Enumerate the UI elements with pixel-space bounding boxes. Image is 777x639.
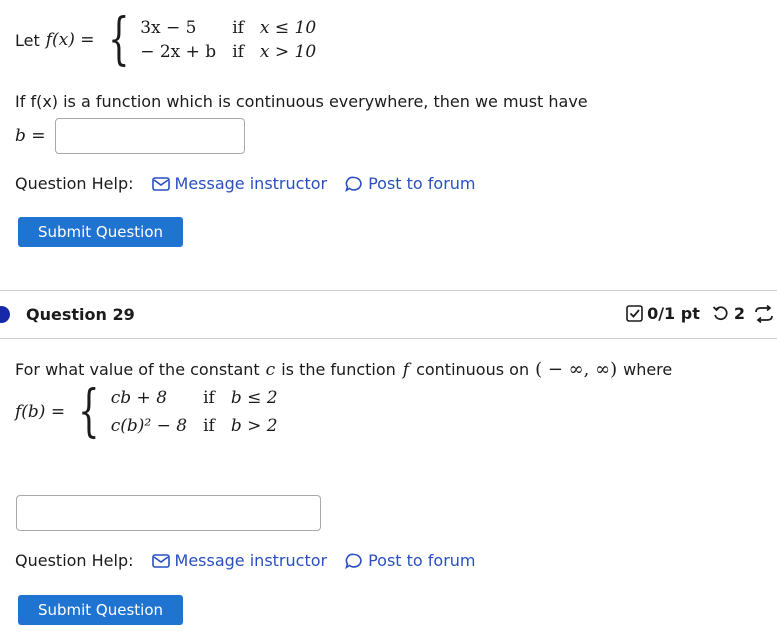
function-name-29: f(b) =	[15, 402, 66, 422]
prompt-mid: is the function	[281, 360, 396, 379]
cases-table-29: cb + 8 if b ≤ 2 c(b)² − 8 if b > 2	[111, 388, 278, 436]
left-brace-29: {	[78, 379, 100, 444]
message-instructor-label-29: Message instructor	[174, 551, 328, 570]
post-to-forum-label-29: Post to forum	[368, 551, 476, 570]
answer-input[interactable]	[55, 118, 245, 154]
score-label: 0/1 pt	[647, 304, 700, 323]
question-29-header: Question 29 0/1 pt 2	[0, 292, 777, 338]
message-instructor-label: Message instructor	[174, 174, 328, 193]
question-help-row: Question Help: Message instructor Post t…	[15, 174, 476, 193]
message-instructor-link[interactable]: Message instructor	[151, 174, 328, 193]
checkbox-icon	[626, 305, 643, 322]
case-1-cond-29: b ≤ 2	[230, 388, 278, 408]
question-divider	[0, 290, 777, 291]
question-28-body: Let f(x) = { 3x − 5 if x ≤ 10 − 2x + b i…	[0, 0, 777, 290]
post-to-forum-link[interactable]: Post to forum	[345, 174, 476, 193]
case-2-cond: x > 10	[259, 42, 317, 62]
prompt-end: where	[623, 360, 673, 379]
speech-bubble-icon	[345, 553, 362, 569]
attempts-count: 2	[733, 304, 745, 323]
post-to-forum-label: Post to forum	[368, 174, 476, 193]
case-2-expr-29: c(b)² − 8	[110, 416, 188, 436]
header-divider	[0, 338, 777, 339]
question-prompt: If f(x) is a function which is continuou…	[15, 92, 588, 111]
envelope-icon	[151, 176, 170, 191]
submit-button-29[interactable]: Submit Question	[18, 595, 183, 625]
question-help-row-29: Question Help: Message instructor Post t…	[15, 551, 476, 570]
case-2-cond-29: b > 2	[230, 416, 278, 436]
help-label-29: Question Help:	[15, 551, 134, 570]
piecewise-definition-29: f(b) = { cb + 8 if b ≤ 2 c(b)² − 8 if b …	[15, 384, 278, 440]
message-instructor-link-29[interactable]: Message instructor	[151, 551, 328, 570]
answer-label: b =	[15, 126, 46, 146]
left-brace: {	[107, 7, 130, 72]
case-1-expr-29: cb + 8	[110, 388, 168, 408]
function-name: f(x) =	[45, 30, 95, 50]
answer-input-29[interactable]	[16, 495, 321, 531]
question-29-prompt: For what value of the constant c is the …	[15, 359, 672, 380]
question-status: 0/1 pt 2	[626, 304, 777, 323]
case-1-if-29: if	[203, 388, 215, 408]
prompt-start: For what value of the constant	[15, 360, 260, 379]
case-1-cond: x ≤ 10	[259, 18, 317, 38]
submit-button[interactable]: Submit Question	[18, 217, 183, 247]
prompt-mid2: continuous on	[416, 360, 530, 379]
case-2-expr: − 2x + b	[140, 42, 217, 62]
constant-symbol: c	[265, 360, 276, 380]
speech-bubble-icon	[345, 176, 362, 192]
case-1-expr: 3x − 5	[140, 18, 197, 38]
interval: ( − ∞, ∞)	[535, 359, 618, 380]
piecewise-definition: Let f(x) = { 3x − 5 if x ≤ 10 − 2x + b i…	[15, 12, 316, 68]
case-2-if-29: if	[203, 416, 215, 436]
question-status-dot	[0, 306, 10, 323]
case-2-if: if	[232, 42, 244, 62]
case-1-if: if	[232, 18, 244, 38]
let-label: Let	[15, 30, 40, 50]
post-to-forum-link-29[interactable]: Post to forum	[345, 551, 476, 570]
retry-icon	[712, 306, 728, 321]
refresh-icon[interactable]	[753, 304, 775, 323]
cases-table: 3x − 5 if x ≤ 10 − 2x + b if x > 10	[140, 18, 316, 62]
envelope-icon	[151, 553, 170, 568]
help-label: Question Help:	[15, 174, 134, 193]
question-title: Question 29	[26, 305, 135, 324]
function-symbol: f	[402, 360, 410, 380]
